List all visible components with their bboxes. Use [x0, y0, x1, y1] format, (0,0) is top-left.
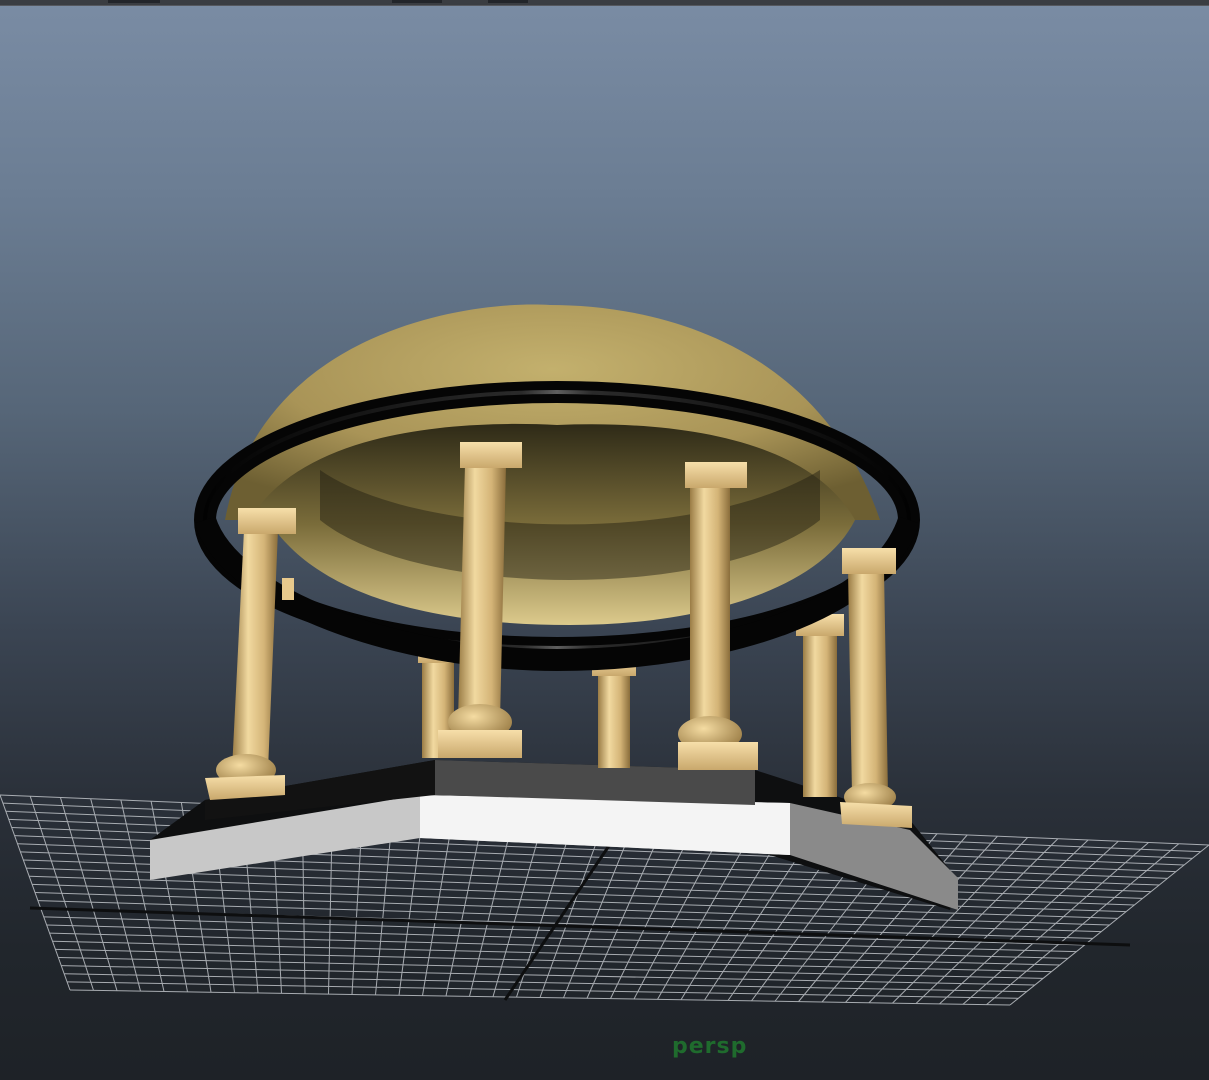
grid-line	[492, 817, 545, 997]
grid-line	[59, 797, 118, 991]
column-icon	[796, 614, 844, 797]
perspective-viewport[interactable]: persp	[0, 0, 1209, 1080]
grid-line	[90, 798, 141, 992]
grid-line	[539, 819, 605, 998]
column-icon	[840, 548, 912, 828]
camera-label: persp	[672, 1034, 748, 1059]
grid-line	[0, 794, 71, 991]
column-icon	[592, 656, 636, 768]
grid-line	[29, 796, 94, 991]
scene-canvas[interactable]	[0, 0, 1209, 1080]
